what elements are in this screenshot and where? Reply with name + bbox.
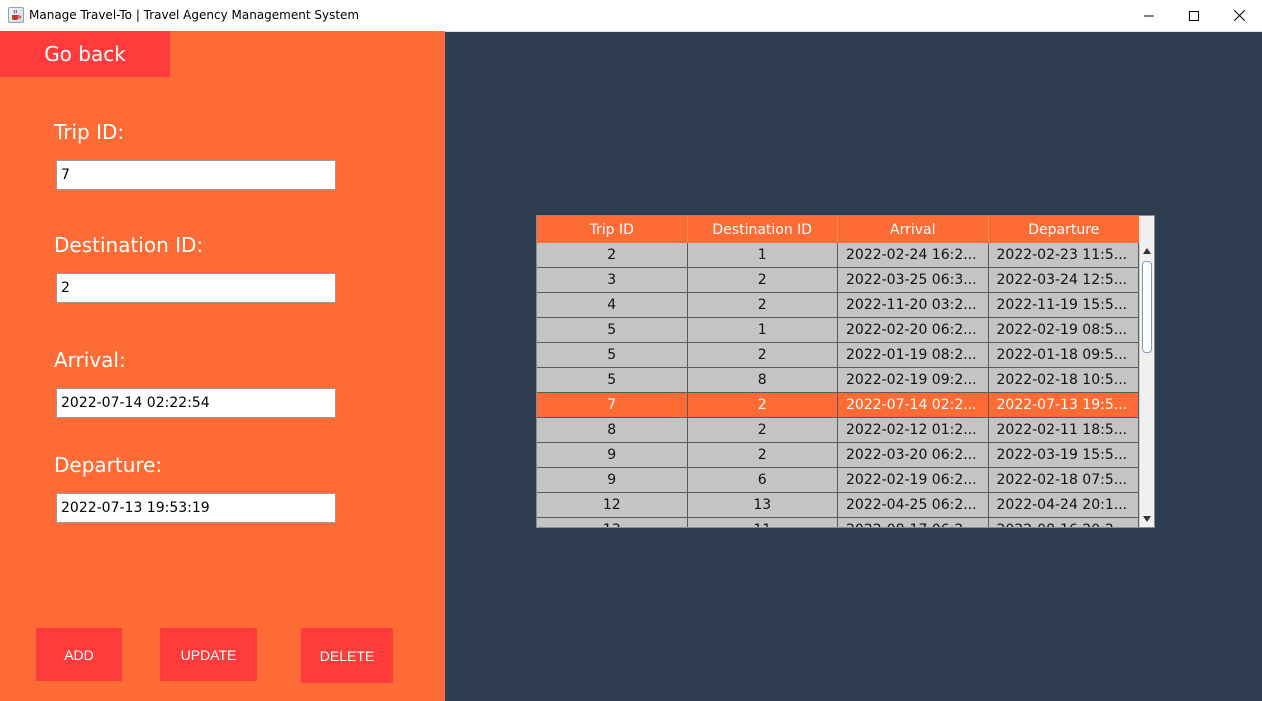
table-row[interactable]: 2 1 2022-02-24 16:2... 2022-02-23 11:5... <box>537 243 1139 268</box>
table-cell: 2022-02-20 06:2... <box>838 318 989 342</box>
table-cell: 6 <box>688 468 838 492</box>
column-header-departure[interactable]: Departure <box>989 216 1140 243</box>
table-cell: 9 <box>537 443 688 467</box>
arrow-down-icon <box>1143 516 1151 522</box>
title-bar: Manage Travel-To | Travel Agency Managem… <box>0 0 1262 32</box>
table-cell: 2 <box>688 293 838 317</box>
table-cell: 2022-03-20 06:2... <box>838 443 989 467</box>
table-cell: 2022-04-25 06:2... <box>838 493 989 517</box>
table-row[interactable]: 3 2 2022-03-25 06:3... 2022-03-24 12:5... <box>537 268 1139 293</box>
table-cell: 5 <box>537 318 688 342</box>
window-title: Manage Travel-To | Travel Agency Managem… <box>29 8 360 22</box>
add-button[interactable]: ADD <box>36 628 122 681</box>
delete-button[interactable]: DELETE <box>301 628 393 683</box>
destination-id-field[interactable] <box>56 273 336 303</box>
table-cell: 2 <box>688 343 838 367</box>
arrival-field[interactable] <box>56 388 336 418</box>
table-row[interactable]: 4 2 2022-11-20 03:2... 2022-11-19 15:5... <box>537 293 1139 318</box>
table-cell: 3 <box>537 268 688 292</box>
table-cell: 2 <box>537 243 688 267</box>
table-cell: 4 <box>537 293 688 317</box>
destination-id-label: Destination ID: <box>54 233 204 257</box>
maximize-button[interactable] <box>1171 0 1217 31</box>
table-cell: 2022-08-16 20:2... <box>989 518 1139 527</box>
maximize-icon <box>1189 10 1199 21</box>
table-cell: 2022-02-19 09:2... <box>838 368 989 392</box>
column-header-arrival[interactable]: Arrival <box>838 216 989 243</box>
vertical-scrollbar[interactable] <box>1139 243 1154 527</box>
close-icon <box>1233 10 1245 21</box>
table-cell: 2022-08-17 06:2... <box>838 518 989 527</box>
table-cell: 8 <box>688 368 838 392</box>
scrollbar-thumb[interactable] <box>1142 261 1152 353</box>
table-cell: 2022-02-24 16:2... <box>838 243 989 267</box>
arrow-up-icon <box>1143 248 1151 254</box>
table-row[interactable]: 5 8 2022-02-19 09:2... 2022-02-18 10:5... <box>537 368 1139 393</box>
table-cell: 2022-02-23 11:5... <box>989 243 1139 267</box>
trips-table: Trip ID Destination ID Arrival Departure… <box>536 215 1155 528</box>
table-cell: 2022-03-24 12:5... <box>989 268 1139 292</box>
table-cell: 8 <box>537 418 688 442</box>
table-cell: 2022-07-14 02:2... <box>838 393 989 417</box>
table-cell: 2 <box>688 443 838 467</box>
update-button[interactable]: UPDATE <box>160 628 257 681</box>
scroll-down-button[interactable] <box>1140 512 1154 526</box>
table-row[interactable]: 5 2 2022-01-19 08:2... 2022-01-18 09:5... <box>537 343 1139 368</box>
departure-field[interactable] <box>56 493 336 523</box>
table-row[interactable]: 8 2 2022-02-12 01:2... 2022-02-11 18:5... <box>537 418 1139 443</box>
table-cell: 2022-02-19 08:5... <box>989 318 1139 342</box>
departure-label: Departure: <box>54 453 163 477</box>
table-row[interactable]: 9 2 2022-03-20 06:2... 2022-03-19 15:5... <box>537 443 1139 468</box>
table-cell: 7 <box>537 393 688 417</box>
minimize-icon <box>1144 15 1154 16</box>
table-cell: 9 <box>537 468 688 492</box>
trip-form-panel: Go back Trip ID: Destination ID: Arrival… <box>0 31 445 701</box>
table-cell: 2022-02-12 01:2... <box>838 418 989 442</box>
table-body: 2 1 2022-02-24 16:2... 2022-02-23 11:5... 3 2… <box>537 243 1139 527</box>
table-cell: 2022-02-11 18:5... <box>989 418 1139 442</box>
table-cell: 11 <box>688 518 838 527</box>
arrival-label: Arrival: <box>54 348 126 372</box>
column-header-destination-id[interactable]: Destination ID <box>688 216 838 243</box>
table-cell: 13 <box>537 518 688 527</box>
table-cell: 1 <box>688 243 838 267</box>
table-cell: 13 <box>688 493 838 517</box>
scroll-up-button[interactable] <box>1140 244 1154 258</box>
table-row[interactable]: 7 2 2022-07-14 02:2... 2022-07-13 19:5... <box>537 393 1139 418</box>
table-cell: 2022-02-18 07:5... <box>989 468 1139 492</box>
java-cup-icon <box>8 7 24 23</box>
minimize-button[interactable] <box>1126 0 1172 31</box>
trip-id-field[interactable] <box>56 160 336 190</box>
table-cell: 2022-11-19 15:5... <box>989 293 1139 317</box>
table-header: Trip ID Destination ID Arrival Departure <box>537 216 1139 243</box>
table-cell: 2022-11-20 03:2... <box>838 293 989 317</box>
table-cell: 2022-02-19 06:2... <box>838 468 989 492</box>
table-cell: 2 <box>688 268 838 292</box>
table-row[interactable]: 5 1 2022-02-20 06:2... 2022-02-19 08:5... <box>537 318 1139 343</box>
trip-id-label: Trip ID: <box>54 120 125 144</box>
table-cell: 2022-04-24 20:1... <box>989 493 1139 517</box>
table-cell: 2022-07-13 19:5... <box>989 393 1139 417</box>
table-cell: 1 <box>688 318 838 342</box>
column-header-trip-id[interactable]: Trip ID <box>537 216 688 243</box>
table-row[interactable]: 13112022-08-17 06:2...2022-08-16 20:2... <box>537 518 1139 527</box>
table-cell: 2022-03-25 06:3... <box>838 268 989 292</box>
table-cell: 2022-02-18 10:5... <box>989 368 1139 392</box>
close-button[interactable] <box>1216 0 1262 31</box>
table-row[interactable]: 12 13 2022-04-25 06:2... 2022-04-24 20:1... <box>537 493 1139 518</box>
table-cell: 5 <box>537 368 688 392</box>
table-cell: 2 <box>688 393 838 417</box>
table-row[interactable]: 9 6 2022-02-19 06:2... 2022-02-18 07:5... <box>537 468 1139 493</box>
table-cell: 2022-01-19 08:2... <box>838 343 989 367</box>
table-cell: 5 <box>537 343 688 367</box>
go-back-button[interactable]: Go back <box>0 31 170 77</box>
table-cell: 2022-01-18 09:5... <box>989 343 1139 367</box>
table-header-corner <box>1139 216 1154 243</box>
table-cell: 2 <box>688 418 838 442</box>
table-cell: 2022-03-19 15:5... <box>989 443 1139 467</box>
table-cell: 12 <box>537 493 688 517</box>
